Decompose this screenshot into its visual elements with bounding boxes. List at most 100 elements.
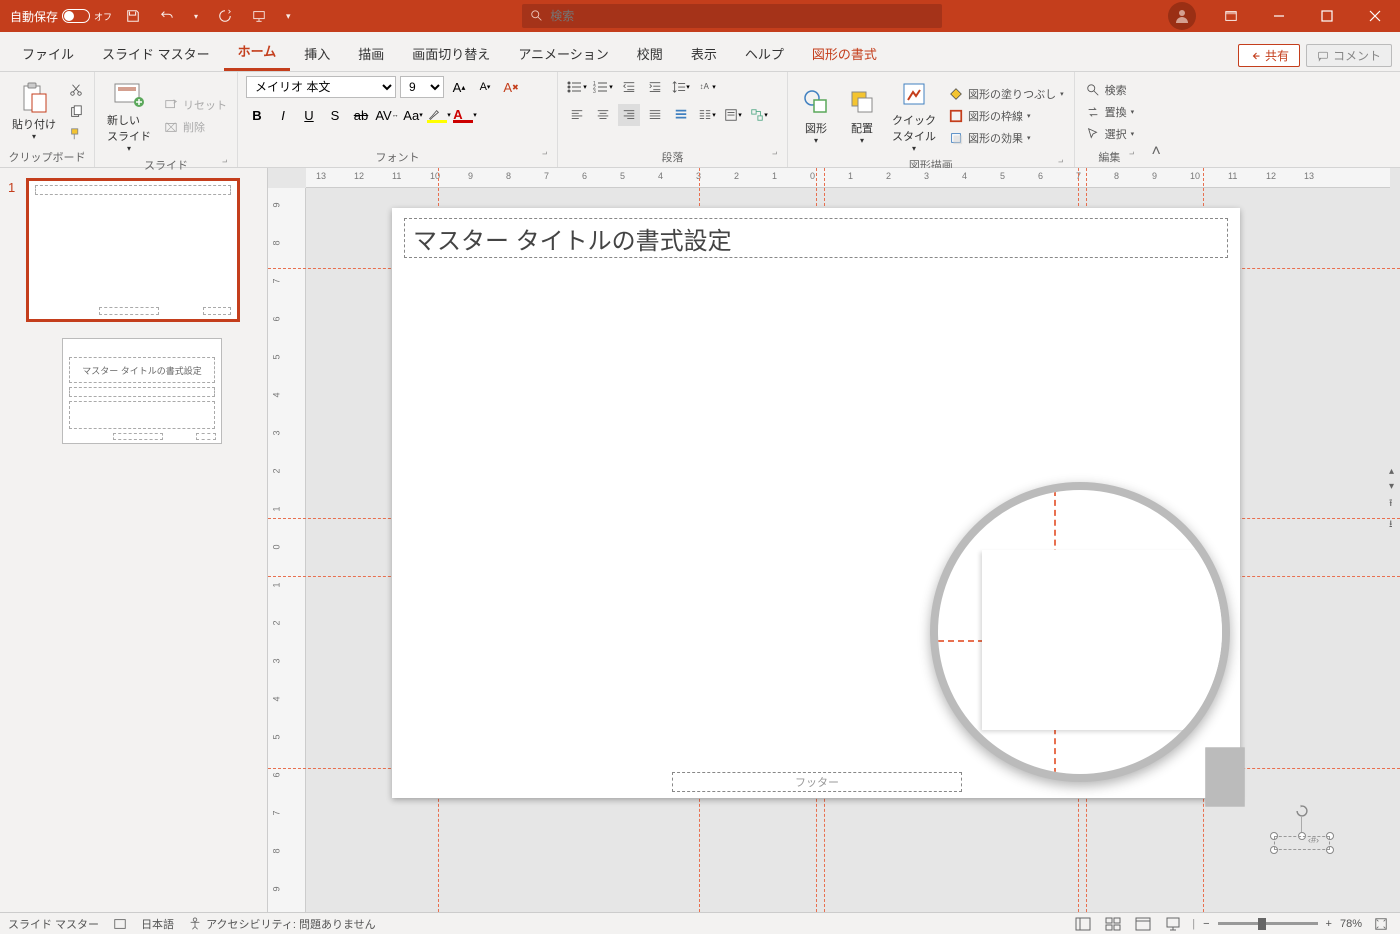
font-name-select[interactable]: メイリオ 本文 — [246, 76, 396, 98]
tab-file[interactable]: ファイル — [8, 36, 88, 71]
distribute-button[interactable] — [670, 104, 692, 126]
save-icon[interactable] — [120, 9, 146, 23]
change-case-button[interactable]: Aa▾ — [402, 104, 424, 126]
columns-button[interactable]: ▾ — [696, 104, 718, 126]
tab-draw[interactable]: 描画 — [344, 36, 398, 71]
status-language[interactable]: 日本語 — [141, 916, 174, 932]
slide-thumbnails-panel[interactable]: 1 マスター タイトルの書式設定 — [0, 168, 268, 912]
highlight-button[interactable]: ▾ — [428, 104, 450, 126]
shadow-button[interactable]: S — [324, 104, 346, 126]
tab-slide-master[interactable]: スライド マスター — [88, 36, 224, 71]
tab-view[interactable]: 表示 — [677, 36, 731, 71]
title-placeholder[interactable]: マスター タイトルの書式設定 — [404, 218, 1228, 258]
zoom-in-button[interactable]: + — [1326, 918, 1332, 930]
tab-animation[interactable]: アニメーション — [504, 36, 622, 71]
minimize-button[interactable] — [1256, 0, 1302, 32]
paste-button[interactable]: 貼り付け▾ — [8, 80, 60, 143]
shapes-button[interactable]: 図形▾ — [796, 84, 836, 147]
format-painter-button[interactable] — [66, 124, 86, 144]
clear-format-icon[interactable]: A✖ — [500, 76, 522, 98]
tab-insert[interactable]: 挿入 — [290, 36, 344, 71]
master-thumb-1[interactable]: 1 — [0, 180, 267, 320]
select-button[interactable]: 選択▾ — [1083, 124, 1137, 144]
user-avatar[interactable] — [1168, 2, 1196, 30]
tab-transition[interactable]: 画面切り替え — [398, 36, 504, 71]
reset-button[interactable]: リセット — [161, 95, 229, 115]
scroll-down-icon[interactable]: ▾ — [1389, 481, 1394, 492]
share-button[interactable]: 共有 — [1238, 44, 1300, 67]
justify-button[interactable] — [644, 104, 666, 126]
char-spacing-button[interactable]: AV↔ — [376, 104, 398, 126]
tab-shape-format[interactable]: 図形の書式 — [798, 36, 891, 71]
italic-button[interactable]: I — [272, 104, 294, 126]
font-size-select[interactable]: 9 — [400, 76, 444, 98]
status-notes-icon[interactable] — [113, 917, 127, 931]
cut-button[interactable] — [66, 80, 86, 100]
arrange-button[interactable]: 配置▾ — [842, 84, 882, 147]
shape-outline-button[interactable]: 図形の枠線▾ — [946, 106, 1066, 126]
tab-home[interactable]: ホーム — [224, 33, 291, 71]
underline-button[interactable]: U — [298, 104, 320, 126]
font-color-button[interactable]: A▾ — [454, 104, 476, 126]
line-spacing-button[interactable]: ▾ — [670, 76, 692, 98]
layout-slide-thumb[interactable]: マスター タイトルの書式設定 — [62, 338, 222, 444]
next-slide-icon[interactable]: ⭳ — [1389, 517, 1394, 534]
zoom-slider[interactable] — [1218, 922, 1318, 925]
zoom-level[interactable]: 78% — [1340, 918, 1362, 930]
text-direction-button[interactable]: ↕A▾ — [696, 76, 718, 98]
comment-button[interactable]: コメント — [1306, 44, 1392, 67]
search-input[interactable] — [550, 9, 934, 23]
increase-indent-button[interactable] — [644, 76, 666, 98]
decrease-indent-button[interactable] — [618, 76, 640, 98]
align-left-button[interactable] — [566, 104, 588, 126]
decrease-font-icon[interactable]: A▾ — [474, 76, 496, 98]
normal-view-icon[interactable] — [1072, 915, 1094, 933]
smartart-button[interactable]: ▾ — [748, 104, 770, 126]
undo-icon[interactable] — [154, 9, 180, 23]
slideshow-from-start-icon[interactable] — [246, 9, 272, 23]
bullets-button[interactable]: ▾ — [566, 76, 588, 98]
sorter-view-icon[interactable] — [1102, 915, 1124, 933]
slide-canvas-area[interactable]: 13121110987654321012345678910111213 9876… — [268, 168, 1400, 912]
copy-button[interactable] — [66, 102, 86, 122]
slideshow-view-icon[interactable] — [1162, 915, 1184, 933]
qat-more-icon[interactable]: ▾ — [280, 11, 297, 22]
group-label-font: フォント — [246, 147, 549, 165]
redo-icon[interactable] — [212, 9, 238, 23]
footer-placeholder[interactable]: フッター — [672, 772, 962, 792]
layout-thumb-1[interactable]: マスター タイトルの書式設定 — [0, 338, 267, 444]
align-right-button[interactable] — [618, 104, 640, 126]
status-accessibility[interactable]: アクセシビリティ: 問題ありません — [188, 916, 376, 932]
tab-help[interactable]: ヘルプ — [731, 36, 798, 71]
autosave-toggle[interactable]: 自動保存 オフ — [10, 8, 112, 25]
close-button[interactable] — [1352, 0, 1398, 32]
master-slide-thumb[interactable] — [28, 180, 238, 320]
rotation-handle-icon[interactable] — [1295, 804, 1309, 818]
search-box[interactable] — [522, 4, 942, 28]
delete-icon — [163, 119, 179, 135]
quick-style-button[interactable]: クイック スタイル▾ — [888, 76, 940, 155]
ribbon-display-options-icon[interactable] — [1208, 0, 1254, 32]
replace-button[interactable]: 置換▾ — [1083, 102, 1137, 122]
tab-review[interactable]: 校閲 — [623, 36, 677, 71]
align-text-button[interactable]: ▾ — [722, 104, 744, 126]
shape-fill-button[interactable]: 図形の塗りつぶし▾ — [946, 84, 1066, 104]
numbering-button[interactable]: 123▾ — [592, 76, 614, 98]
maximize-button[interactable] — [1304, 0, 1350, 32]
reading-view-icon[interactable] — [1132, 915, 1154, 933]
prev-slide-icon[interactable]: ⭱ — [1389, 496, 1394, 513]
increase-font-icon[interactable]: A▴ — [448, 76, 470, 98]
align-center-button[interactable] — [592, 104, 614, 126]
vertical-scroll-controls[interactable]: ▴ ▾ ⭱ ⭳ — [1389, 466, 1394, 534]
find-button[interactable]: 検索 — [1083, 80, 1137, 100]
undo-dropdown-icon[interactable]: ▾ — [188, 12, 204, 21]
shape-effects-button[interactable]: 図形の効果▾ — [946, 128, 1066, 148]
bold-button[interactable]: B — [246, 104, 268, 126]
delete-button[interactable]: 削除 — [161, 117, 229, 137]
new-slide-button[interactable]: 新しい スライド▾ — [103, 76, 155, 155]
fit-to-window-icon[interactable] — [1370, 915, 1392, 933]
zoom-out-button[interactable]: − — [1203, 918, 1209, 930]
collapse-ribbon-icon[interactable]: ˄ — [1144, 72, 1168, 167]
scroll-up-icon[interactable]: ▴ — [1389, 466, 1394, 477]
strikethrough-button[interactable]: ab — [350, 104, 372, 126]
